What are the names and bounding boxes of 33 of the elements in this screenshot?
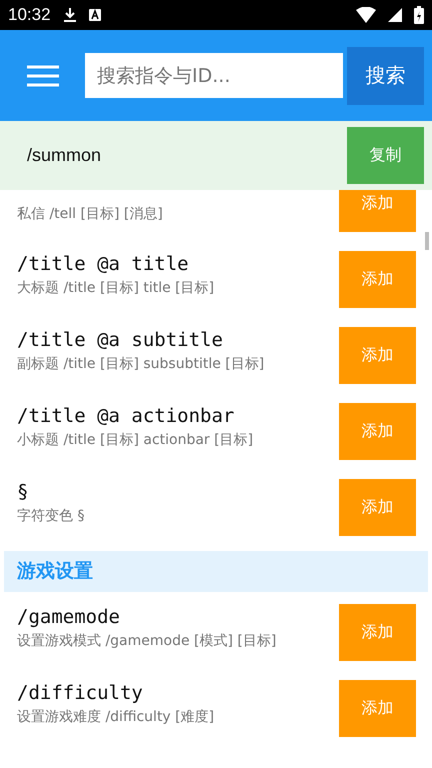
add-button[interactable]: 添加: [339, 604, 416, 661]
command-description: 副标题 /title [目标] subsubtitle [目标]: [17, 355, 266, 374]
add-button[interactable]: 添加: [339, 680, 416, 737]
menu-icon[interactable]: [27, 64, 59, 86]
command-name: /title @a title: [17, 252, 190, 276]
command-description: 小标题 /title [目标] actionbar [目标]: [17, 431, 254, 450]
command-description: 设置游戏模式 /gamemode [模式] [目标]: [17, 632, 278, 651]
copy-button[interactable]: 复制: [347, 127, 424, 184]
notification-icon: [88, 9, 101, 21]
section-header: 游戏设置: [4, 551, 428, 592]
add-button[interactable]: 添加: [339, 190, 416, 232]
add-button[interactable]: 添加: [339, 251, 416, 308]
current-command: /summon: [27, 145, 102, 166]
wifi-icon: [356, 7, 376, 23]
status-time: 10:32: [8, 5, 51, 25]
signal-icon: [388, 8, 402, 22]
battery-icon: [414, 6, 424, 24]
command-name: /gamemode: [17, 605, 121, 629]
scrollbar[interactable]: [425, 232, 429, 250]
add-button[interactable]: 添加: [339, 327, 416, 384]
search-field[interactable]: 搜索指令与ID...: [85, 53, 343, 98]
command-name: /title @a actionbar: [17, 404, 236, 428]
command-name: /title @a subtitle: [17, 328, 224, 352]
download-icon: [62, 7, 77, 23]
command-description: 设置游戏难度 /difficulty [难度]: [17, 708, 216, 727]
add-button[interactable]: 添加: [339, 479, 416, 536]
command-description: 字符变色 §: [17, 507, 86, 526]
command-description: 私信 /tell [目标] [消息]: [17, 205, 164, 224]
command-name: /difficulty: [17, 681, 144, 705]
search-button[interactable]: 搜索: [347, 46, 424, 104]
add-button[interactable]: 添加: [339, 403, 416, 460]
command-name: §: [17, 480, 30, 504]
command-description: 大标题 /title [目标] title [目标]: [17, 279, 216, 298]
